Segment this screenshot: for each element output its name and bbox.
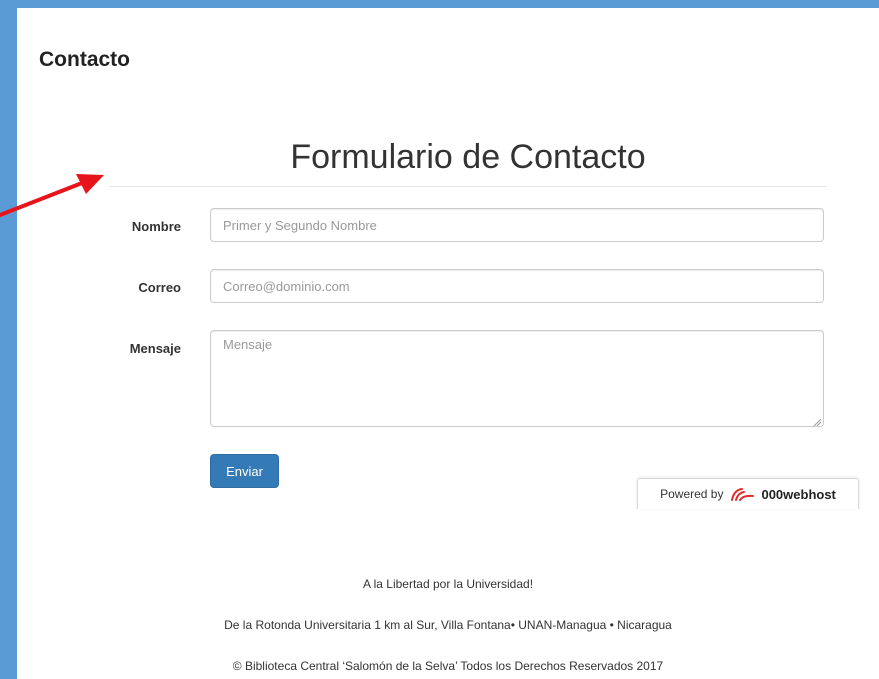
form-title: Formulario de Contacto [290, 138, 646, 176]
email-label: Correo [138, 280, 181, 295]
footer-address: De la Rotonda Universitaria 1 km al Sur,… [224, 618, 672, 632]
powered-by-brand: 000webhost [761, 486, 836, 502]
powered-by-text: Powered by [660, 487, 724, 501]
name-input[interactable] [210, 208, 824, 242]
submit-button[interactable]: Enviar [210, 454, 279, 488]
message-textarea[interactable] [210, 330, 824, 427]
name-label: Nombre [131, 219, 181, 234]
footer-motto: A la Libertad por la Universidad! [362, 577, 534, 591]
message-label: Mensaje [129, 341, 181, 356]
page-heading: Contacto [39, 48, 130, 71]
powered-by-badge[interactable]: Powered by 000webhost [637, 478, 859, 509]
000webhost-logo-icon [731, 488, 755, 501]
annotation-arrow-icon [0, 174, 104, 217]
title-divider [109, 186, 827, 187]
email-input[interactable] [210, 269, 824, 303]
page-panel: Contacto Formulario de Contacto Nombre C… [17, 8, 879, 679]
resize-grip-icon[interactable] [813, 418, 821, 426]
footer-copyright: © Biblioteca Central ‘Salomón de la Selv… [232, 659, 664, 673]
